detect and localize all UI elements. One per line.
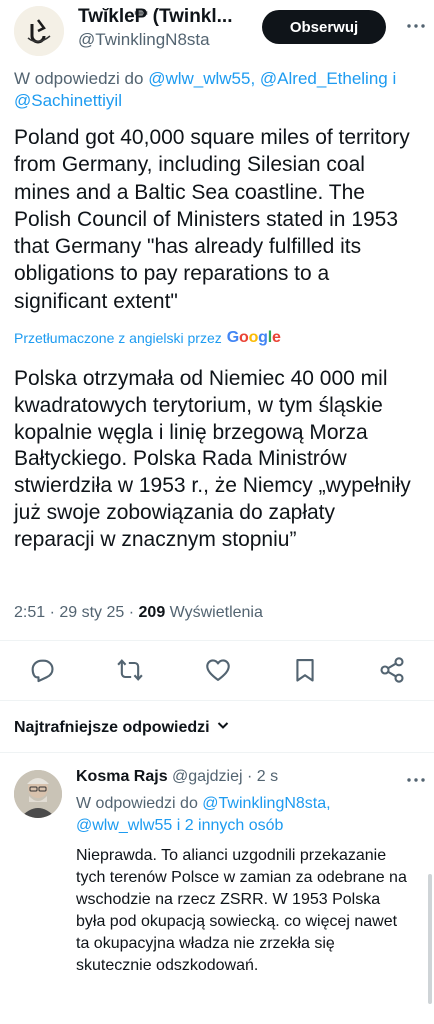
google-logo: Google: [226, 329, 281, 346]
follow-button[interactable]: Obserwuj: [262, 10, 386, 44]
chevron-down-icon: [216, 718, 230, 737]
retweet-icon[interactable]: [116, 656, 144, 684]
divider: [0, 752, 434, 753]
views-count: 209: [138, 604, 166, 621]
reply-to-prefix: W odpowiedzi do: [14, 69, 149, 88]
author-avatar[interactable]: [14, 6, 64, 56]
replies-sort-label: Najtrafniejsze odpowiedzi: [14, 718, 210, 736]
author-name[interactable]: Twĭkle₱ (Twinkl...: [78, 6, 258, 28]
reply-avatar[interactable]: [14, 770, 62, 818]
reply-reply-to-line: W odpowiedzi do @TwinklingN8sta, @wlw_wl…: [76, 793, 416, 837]
reply-to-line: W odpowiedzi do @wlw_wlw55, @Alred_Ethel…: [14, 68, 426, 112]
translated-text: Polska otrzymała od Niemiec 40 000 mil k…: [14, 367, 411, 551]
replies-sort-dropdown[interactable]: Najtrafniejsze odpowiedzi: [14, 718, 230, 737]
share-icon[interactable]: [378, 656, 406, 684]
divider: [0, 640, 434, 641]
views-label: Wyświetlenia: [165, 604, 263, 621]
tweet-meta: 2:51 · 29 sty 25 · 209 Wyświetlenia: [14, 604, 263, 622]
bookmark-icon[interactable]: [291, 656, 319, 684]
translation-label-text: Przetłumaczone z angielski przez: [14, 330, 222, 346]
translation-label[interactable]: Przetłumaczone z angielski przez Google: [14, 329, 281, 347]
tweet-text: Poland got 40,000 square miles of territ…: [14, 126, 410, 313]
reply-author-handle-time[interactable]: @gajdziej · 2 s: [168, 768, 278, 785]
heart-icon[interactable]: [204, 656, 232, 684]
reply-icon[interactable]: [28, 656, 56, 684]
more-options-icon[interactable]: [404, 14, 428, 38]
reply-reply-to-prefix: W odpowiedzi do: [76, 795, 203, 812]
reply-author[interactable]: Kosma Rajs @gajdziej · 2 s: [76, 768, 278, 786]
author-handle[interactable]: @TwinklingN8sta: [78, 30, 210, 50]
reply-author-name[interactable]: Kosma Rajs: [76, 768, 168, 785]
tweet-time[interactable]: 2:51 · 29 sty 25 ·: [14, 604, 139, 621]
reply-more-options-icon[interactable]: [404, 768, 428, 792]
reply-text: Nieprawda. To alianci uzgodnili przekaza…: [76, 847, 407, 975]
scrollbar[interactable]: [428, 874, 432, 1004]
divider: [0, 700, 434, 701]
